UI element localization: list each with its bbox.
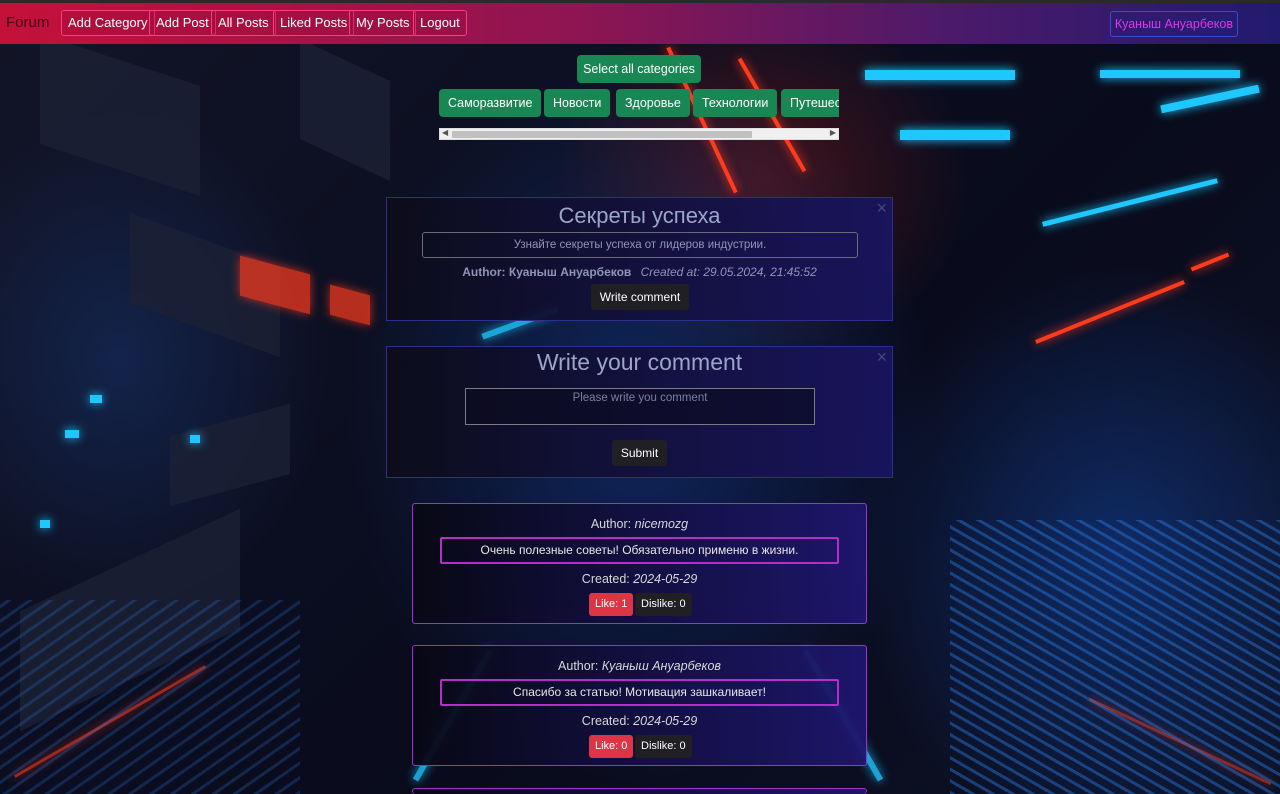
like-button[interactable]: Like: 1 — [589, 593, 634, 616]
comment-created-label: Created: — [581, 714, 630, 728]
post-title: Секреты успеха — [558, 203, 721, 228]
comment-card: Author: nicemozg Очень полезные советы! … — [412, 503, 867, 624]
write-comment-button[interactable]: Write comment — [591, 284, 689, 310]
post-author: Author: Куаныш Ануарбеков — [462, 265, 632, 279]
comment-text: Спасибо за статью! Мотивация зашкаливает… — [440, 679, 839, 706]
comment-created-label: Created: — [581, 572, 630, 586]
comment-placeholder: Please write you comment — [572, 392, 708, 404]
scrollbar-thumb[interactable] — [452, 131, 752, 138]
scroll-left-icon[interactable]: ◀ — [442, 128, 448, 137]
post-created: Created at: 29.05.2024, 21:45:52 — [640, 265, 817, 279]
comment-text: Очень полезные советы! Обязательно приме… — [440, 537, 839, 564]
post-meta: Author: Куаныш Ануарбеков Created at: 29… — [387, 265, 892, 279]
nav-my-posts[interactable]: My Posts — [349, 10, 417, 36]
comment-form-title: Write your comment — [536, 349, 743, 375]
category-health[interactable]: Здоровье — [616, 89, 690, 117]
comment-author-line: Author: Куаныш Ануарбеков — [413, 659, 866, 673]
category-news[interactable]: Новости — [544, 89, 611, 117]
comment-form: × Write your comment Please write you co… — [386, 346, 893, 478]
comment-created: 2024-05-29 — [633, 714, 698, 728]
category-technology[interactable]: Технологии — [693, 89, 778, 117]
category-self-development[interactable]: Саморазвитие — [439, 89, 542, 117]
comment-card-partial — [412, 788, 867, 794]
comment-author-label: Author: — [558, 659, 599, 673]
comment-author-line: Author: nicemozg — [413, 517, 866, 531]
comment-author: nicemozg — [634, 517, 689, 531]
comment-author: Куаныш Ануарбеков — [601, 659, 721, 673]
nav-logout[interactable]: Logout — [413, 10, 467, 36]
select-all-categories-button[interactable]: Select all categories — [577, 55, 701, 83]
category-travel[interactable]: Путешес — [781, 89, 839, 117]
category-scrollbar[interactable]: ◀ ▶ — [439, 128, 839, 140]
user-profile-button[interactable]: Куаныш Ануарбеков — [1109, 11, 1238, 37]
post-description: Узнайте секреты успеха от лидеров индуст… — [422, 232, 858, 258]
dislike-button[interactable]: Dislike: 0 — [635, 593, 692, 616]
dislike-button[interactable]: Dislike: 0 — [635, 735, 692, 758]
post-card: × Секреты успеха Узнайте секреты успеха … — [386, 197, 893, 321]
nav-all-posts[interactable]: All Posts — [211, 10, 276, 36]
scroll-right-icon[interactable]: ▶ — [830, 128, 836, 137]
nav-liked-posts[interactable]: Liked Posts — [273, 10, 355, 36]
comment-author-label: Author: — [590, 517, 632, 531]
nav-add-post[interactable]: Add Post — [149, 10, 216, 36]
comment-created-line: Created: 2024-05-29 — [413, 714, 866, 728]
comment-card: Author: Куаныш Ануарбеков Спасибо за ста… — [412, 645, 867, 766]
nav-add-category[interactable]: Add Category — [61, 10, 155, 36]
comment-created-line: Created: 2024-05-29 — [413, 572, 866, 586]
category-strip: Саморазвитие Новости Здоровье Технологии… — [439, 88, 839, 128]
comment-created: 2024-05-29 — [633, 572, 698, 586]
comment-textarea[interactable]: Please write you comment — [465, 388, 815, 425]
like-button[interactable]: Like: 0 — [589, 735, 634, 758]
brand-link[interactable]: Forum — [6, 14, 49, 31]
navbar: Forum Add Category Add Post All Posts Li… — [0, 0, 1280, 44]
submit-comment-button[interactable]: Submit — [612, 440, 667, 466]
